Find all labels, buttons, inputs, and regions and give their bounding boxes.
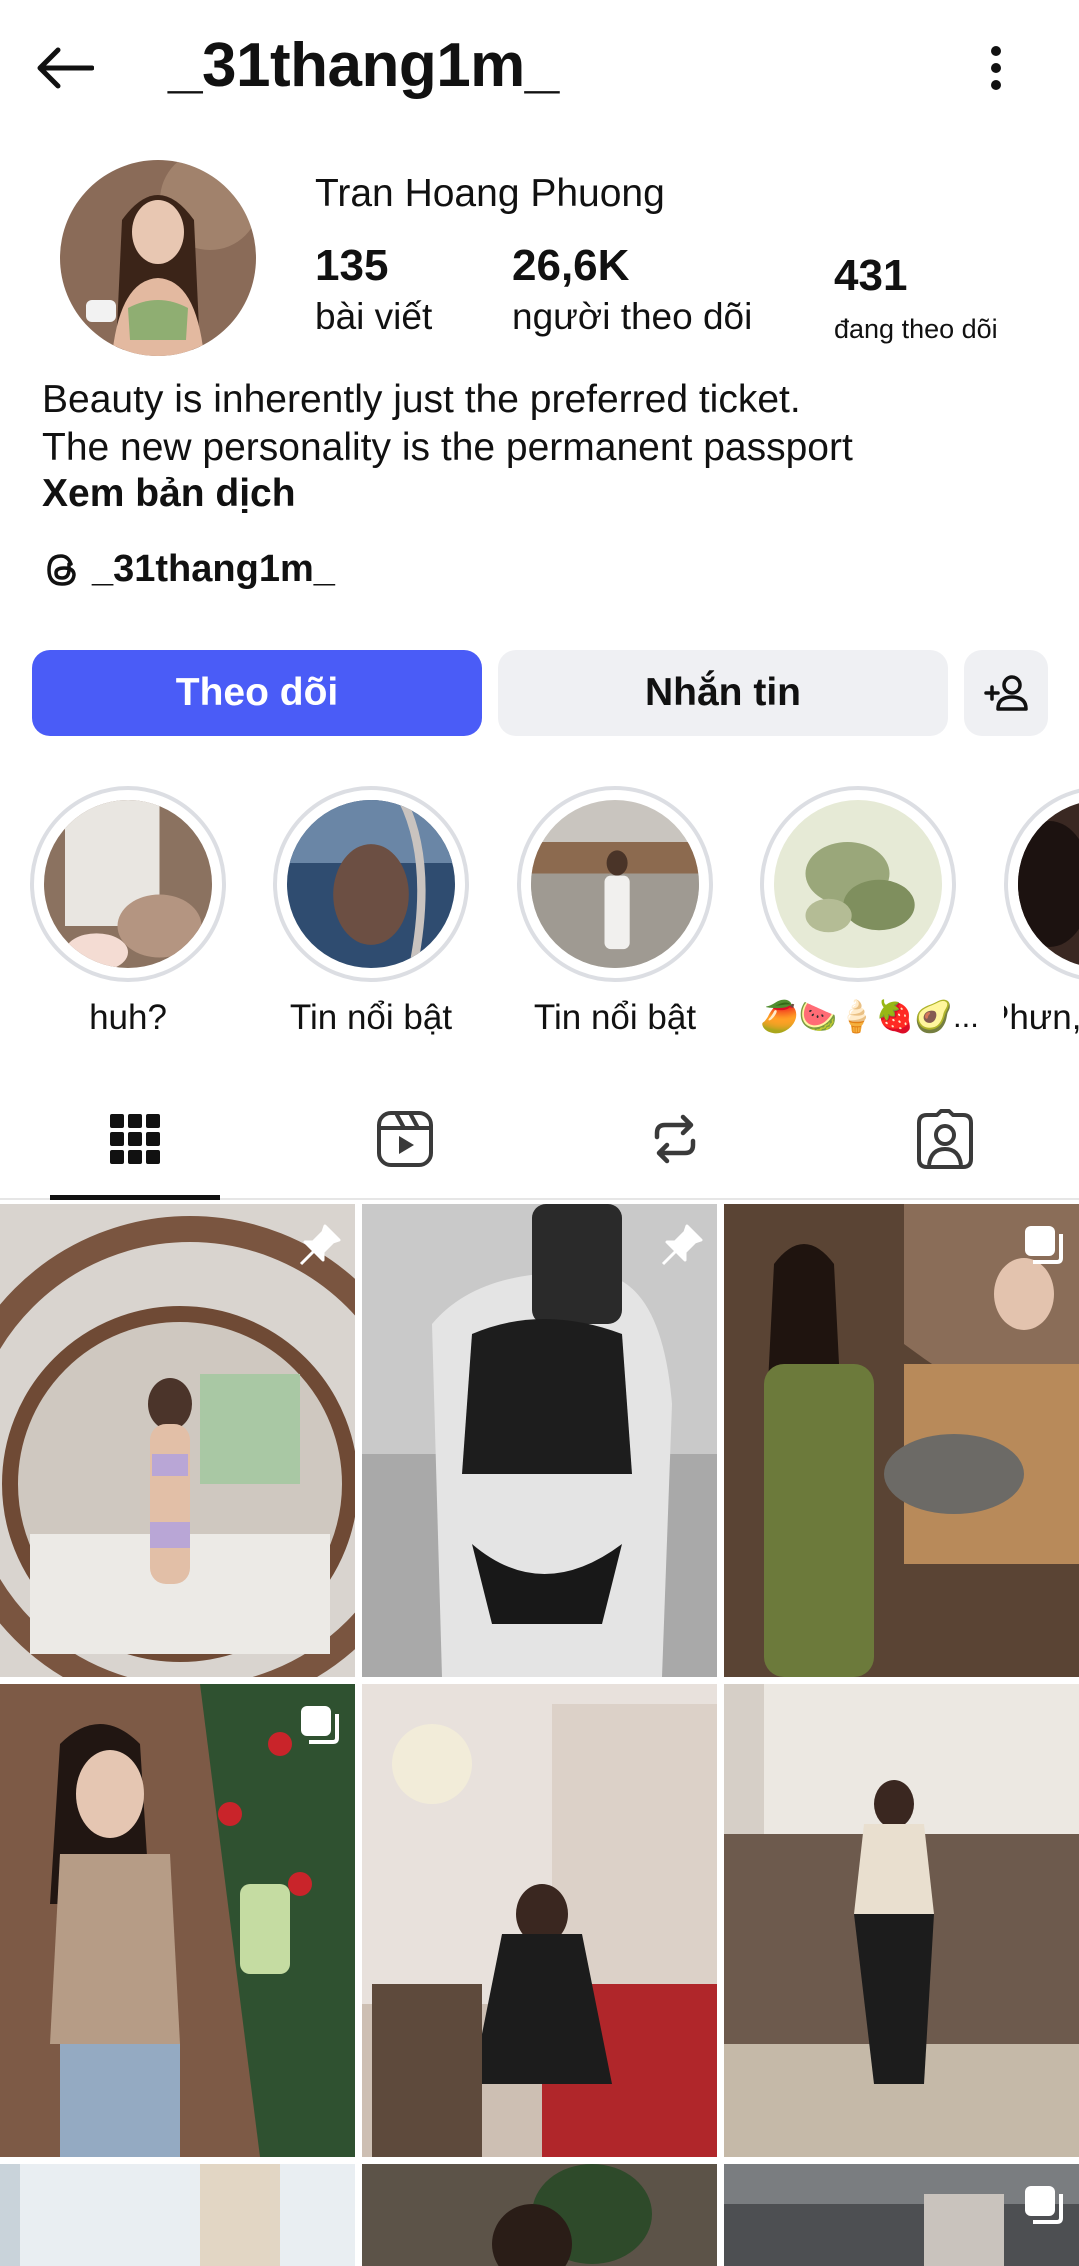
tagged-icon <box>917 1109 973 1169</box>
highlight-cover <box>287 800 455 968</box>
highlight-item[interactable]: Tin nổi bật <box>517 786 713 1038</box>
pin-icon <box>661 1224 703 1266</box>
highlight-label: Tin nổi bật <box>289 998 453 1037</box>
threads-icon <box>47 553 76 586</box>
active-tab-indicator <box>50 1195 220 1200</box>
avatar[interactable] <box>60 160 256 356</box>
highlight-label: Phưn, <box>1004 998 1079 1037</box>
post-thumbnail[interactable] <box>724 2164 1079 2266</box>
tab-grid[interactable] <box>50 1080 220 1200</box>
followers-count[interactable]: 26,6K người theo dõi <box>512 241 753 338</box>
suggested-people-button[interactable] <box>964 650 1048 736</box>
threads-link[interactable]: _31thang1m_ <box>42 548 335 591</box>
message-button[interactable]: Nhắn tin <box>498 650 948 736</box>
bio-line-1: Beauty is inherently just the preferred … <box>42 378 801 421</box>
carousel-icon <box>301 1706 339 1744</box>
highlight-label: Tin nổi bật <box>533 998 697 1037</box>
arrow-left-icon <box>37 47 94 89</box>
more-vertical-icon <box>991 46 1001 90</box>
grid-icon <box>110 1114 160 1164</box>
highlight-cover <box>44 800 212 968</box>
carousel-icon <box>1025 2186 1063 2224</box>
highlight-cover <box>774 800 942 968</box>
display-name: Tran Hoang Phuong <box>315 172 665 215</box>
highlight-label: huh? <box>89 998 167 1037</box>
posts-count[interactable]: 135 bài viết <box>315 241 433 338</box>
highlight-item[interactable]: huh? <box>30 786 226 1038</box>
bio: Beauty is inherently just the preferred … <box>42 376 1042 472</box>
highlight-label: 🥭🍉🍦🍓🥑... <box>760 999 979 1034</box>
bio-line-2: The new personality is the permanent pas… <box>42 426 853 469</box>
reels-icon <box>377 1111 433 1167</box>
tab-reposts[interactable] <box>590 1080 760 1198</box>
post-thumbnail[interactable] <box>0 1204 355 1677</box>
post-thumbnail[interactable] <box>362 2164 717 2266</box>
tab-reels[interactable] <box>320 1080 490 1198</box>
following-count[interactable]: 431 đang theo dõi <box>834 251 998 345</box>
following-count-label: đang theo dõi <box>834 314 998 345</box>
post-thumbnail[interactable] <box>362 1204 717 1677</box>
post-thumbnail[interactable] <box>724 1204 1079 1677</box>
highlight-item[interactable]: Phưn, <box>1004 786 1079 1038</box>
post-thumbnail[interactable] <box>362 1684 717 2157</box>
highlight-cover <box>1018 800 1079 968</box>
highlight-item[interactable]: Tin nổi bật <box>273 786 469 1038</box>
profile-tabs <box>0 1080 1079 1200</box>
threads-handle: _31thang1m_ <box>92 548 335 590</box>
see-translation-link[interactable]: Xem bản dịch <box>42 472 296 516</box>
highlight-cover <box>531 800 699 968</box>
follow-button[interactable]: Theo dõi <box>32 650 482 736</box>
tab-tagged[interactable] <box>860 1080 1030 1198</box>
following-count-value: 431 <box>834 251 908 300</box>
post-thumbnail[interactable] <box>0 2164 355 2266</box>
posts-count-label: bài viết <box>315 296 433 338</box>
back-button[interactable] <box>28 36 100 100</box>
posts-count-value: 135 <box>315 241 389 290</box>
add-person-icon <box>984 675 1028 711</box>
more-options-button[interactable] <box>966 36 1026 100</box>
followers-count-value: 26,6K <box>512 241 630 290</box>
highlight-item[interactable]: 🥭🍉🍦🍓🥑... <box>760 786 979 1035</box>
followers-count-label: người theo dõi <box>512 296 753 338</box>
repost-icon <box>654 1114 696 1164</box>
pin-icon <box>299 1224 341 1266</box>
post-thumbnail[interactable] <box>0 1684 355 2157</box>
top-bar: _31thang1m_ <box>0 0 1079 140</box>
carousel-icon <box>1025 1226 1063 1264</box>
page-title: _31thang1m_ <box>168 31 559 100</box>
post-thumbnail[interactable] <box>724 1684 1079 2157</box>
